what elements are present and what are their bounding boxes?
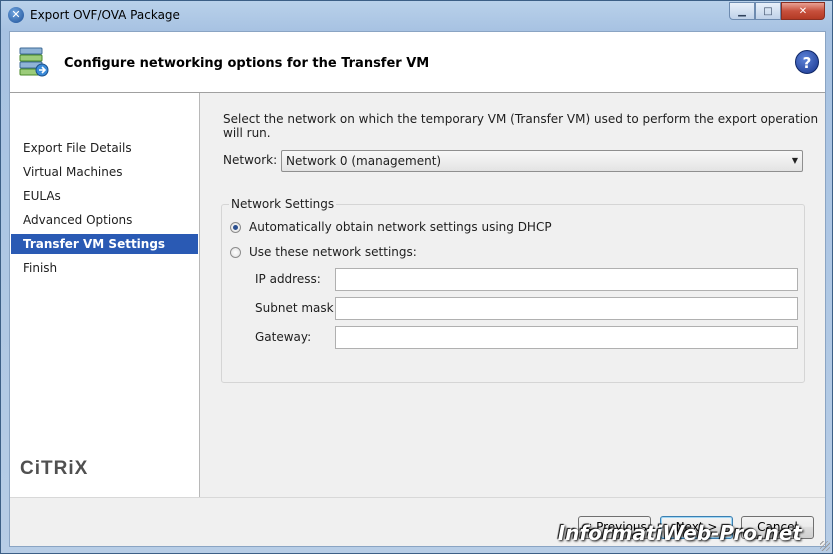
sidebar-item-advanced-options[interactable]: Advanced Options	[11, 210, 198, 230]
network-settings-group: Network Settings Automatically obtain ne…	[221, 197, 805, 383]
radio-dhcp-label[interactable]: Automatically obtain network settings us…	[249, 220, 552, 234]
watermark-text: InformatiWeb-Pro.net	[557, 521, 802, 545]
sidebar-item-transfer-vm-settings[interactable]: Transfer VM Settings	[11, 234, 198, 254]
ip-address-label: IP address:	[255, 272, 321, 286]
network-label: Network:	[223, 153, 278, 167]
minimize-button[interactable]: ▁	[729, 2, 755, 20]
maximize-button[interactable]: □	[755, 2, 781, 20]
radio-manual-row[interactable]: Use these network settings:	[230, 245, 417, 259]
sidebar-item-finish[interactable]: Finish	[11, 258, 198, 278]
close-button[interactable]: ✕	[781, 2, 825, 20]
export-ovf-window: ✕ Export OVF/OVA Package ▁ □ ✕ Configure…	[0, 0, 833, 554]
radio-manual[interactable]	[230, 246, 241, 258]
wizard-content: Select the network on which the temporar…	[200, 93, 825, 497]
window-controls: ▁ □ ✕	[729, 2, 825, 20]
radio-manual-label[interactable]: Use these network settings:	[249, 245, 417, 259]
network-settings-group-title: Network Settings	[229, 197, 337, 211]
window-title: Export OVF/OVA Package	[30, 8, 180, 22]
gateway-field[interactable]	[335, 326, 798, 349]
wizard-header: Configure networking options for the Tra…	[10, 32, 825, 93]
sidebar-item-eulas[interactable]: EULAs	[11, 186, 198, 206]
title-bar[interactable]: ✕ Export OVF/OVA Package ▁ □ ✕	[1, 1, 832, 31]
help-icon[interactable]: ?	[795, 50, 819, 74]
subnet-mask-label: Subnet mask:	[255, 301, 338, 315]
citrix-logo: CiTRiX	[20, 458, 89, 479]
page-description: Select the network on which the temporar…	[223, 112, 819, 140]
sidebar-item-virtual-machines[interactable]: Virtual Machines	[11, 162, 198, 182]
wizard-client-area: Configure networking options for the Tra…	[9, 31, 826, 547]
network-dropdown[interactable]: Network 0 (management) ▼	[281, 150, 803, 172]
network-dropdown-value: Network 0 (management)	[286, 154, 442, 168]
chevron-down-icon: ▼	[791, 156, 798, 165]
sidebar-item-export-file-details[interactable]: Export File Details	[11, 138, 198, 158]
ip-address-field[interactable]	[335, 268, 798, 291]
radio-dhcp[interactable]	[230, 221, 241, 233]
resize-grip[interactable]	[820, 541, 830, 551]
gateway-label: Gateway:	[255, 330, 312, 344]
wizard-step-sidebar: Export File Details Virtual Machines EUL…	[10, 93, 200, 497]
page-title: Configure networking options for the Tra…	[64, 56, 430, 71]
subnet-mask-field[interactable]	[335, 297, 798, 320]
export-package-icon	[19, 47, 49, 77]
radio-dhcp-row[interactable]: Automatically obtain network settings us…	[230, 220, 552, 234]
xencenter-app-icon: ✕	[8, 7, 24, 23]
